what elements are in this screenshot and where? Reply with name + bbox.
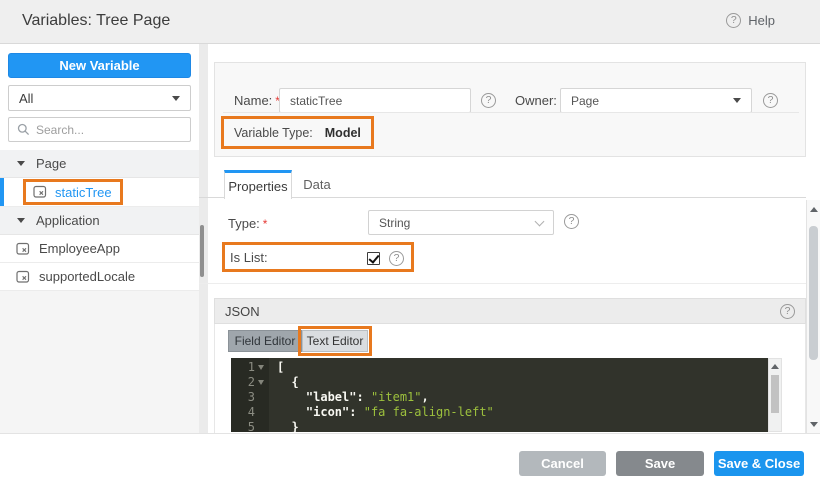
new-variable-button[interactable]: New Variable bbox=[8, 53, 191, 78]
owner-label: Owner:* bbox=[515, 93, 565, 108]
code-line: 3 "label": "item1", bbox=[247, 390, 429, 404]
json-code-editor[interactable]: 1 [ 2 { 3 "label": "item1", 4 "icon": "f… bbox=[231, 358, 768, 432]
scroll-up-icon[interactable] bbox=[810, 207, 818, 212]
tree-group-application[interactable]: Application bbox=[0, 207, 199, 235]
variable-type-value: Model bbox=[324, 125, 361, 140]
annotation-box-statictree: staticTree bbox=[23, 179, 123, 205]
sidebar-scrollbar-thumb[interactable] bbox=[200, 225, 204, 277]
tab-data[interactable]: Data bbox=[292, 170, 342, 198]
divider bbox=[199, 283, 806, 284]
type-label: Type: * bbox=[228, 216, 268, 231]
required-asterisk: * bbox=[262, 217, 268, 231]
variable-type-label: Variable Type: bbox=[234, 125, 313, 140]
scroll-down-icon[interactable] bbox=[810, 422, 818, 427]
json-section-header: JSON bbox=[214, 298, 806, 324]
filter-selected-value: All bbox=[19, 90, 34, 106]
code-line: 1 [ bbox=[247, 360, 285, 374]
variable-search[interactable] bbox=[8, 117, 191, 142]
tree-group-label: Application bbox=[36, 213, 100, 228]
divider bbox=[223, 112, 799, 113]
dialog-header: Variables: Tree Page Help bbox=[0, 0, 820, 44]
is-list-checkbox[interactable] bbox=[367, 252, 380, 265]
tree-item-label: supportedLocale bbox=[39, 269, 136, 284]
search-icon bbox=[17, 123, 30, 136]
variable-icon bbox=[33, 185, 47, 198]
sidebar-item-employeeapp[interactable]: EmployeeApp bbox=[0, 235, 199, 263]
tree-item-label: staticTree bbox=[55, 184, 112, 200]
caret-down-icon bbox=[172, 95, 180, 101]
annotation-box-text-editor bbox=[298, 326, 372, 356]
variables-dialog: Variables: Tree Page Help New Variable A… bbox=[0, 0, 820, 491]
editor-code-lines: 1 [ 2 { 3 "label": "item1", 4 "icon": "f… bbox=[231, 360, 768, 432]
scroll-up-icon[interactable] bbox=[771, 364, 779, 369]
caret-down-icon bbox=[733, 98, 741, 103]
sidebar-item-statictree[interactable]: staticTree bbox=[0, 178, 199, 207]
json-help-icon[interactable] bbox=[780, 303, 795, 319]
sidebar-scrollbar-track[interactable] bbox=[199, 44, 208, 433]
variable-filter-select[interactable]: All bbox=[8, 85, 191, 111]
editor-scrollbar-track[interactable] bbox=[768, 358, 782, 432]
variable-icon bbox=[16, 242, 30, 255]
variables-sidebar: New Variable All Page bbox=[0, 44, 199, 433]
selected-indicator bbox=[0, 178, 4, 206]
dialog-footer: Cancel Save Save & Close bbox=[0, 433, 820, 491]
save-and-close-button[interactable]: Save & Close bbox=[714, 451, 804, 476]
variable-icon bbox=[16, 270, 30, 283]
fold-caret-icon[interactable] bbox=[258, 380, 264, 385]
chevron-down-icon bbox=[534, 216, 545, 226]
is-list-help-icon[interactable] bbox=[389, 251, 404, 266]
caret-down-icon bbox=[17, 161, 25, 166]
caret-down-icon bbox=[17, 218, 25, 223]
sidebar-empty-area bbox=[0, 291, 199, 433]
help-label: Help bbox=[748, 13, 775, 28]
name-help-icon[interactable] bbox=[481, 93, 496, 108]
owner-help-icon[interactable] bbox=[763, 93, 778, 108]
type-help-icon[interactable] bbox=[564, 214, 579, 229]
code-line: 2 { bbox=[247, 375, 299, 389]
name-field[interactable] bbox=[279, 88, 471, 113]
save-button[interactable]: Save bbox=[616, 451, 704, 476]
type-selected-value: String bbox=[379, 215, 411, 230]
help-circle-icon bbox=[726, 13, 742, 28]
annotation-box-variable-type: Variable Type: Model bbox=[221, 116, 374, 149]
help-button[interactable]: Help bbox=[726, 13, 775, 28]
tab-properties[interactable]: Properties bbox=[224, 170, 292, 199]
owner-select[interactable]: Page bbox=[560, 88, 752, 113]
name-label: Name: * bbox=[234, 93, 280, 108]
detail-tabs: Properties Data bbox=[199, 170, 806, 199]
variable-detail-panel: Name:* Owner:* Page Variable Type: Model bbox=[199, 44, 820, 433]
json-section-title: JSON bbox=[225, 303, 260, 319]
sidebar-item-supportedlocale[interactable]: supportedLocale bbox=[0, 263, 199, 291]
page-title: Variables: Tree Page bbox=[22, 12, 171, 29]
content-scrollbar-thumb[interactable] bbox=[809, 226, 818, 360]
field-editor-tab[interactable]: Field Editor bbox=[228, 330, 302, 352]
cancel-button[interactable]: Cancel bbox=[519, 451, 606, 476]
is-list-label: Is List: bbox=[230, 250, 268, 265]
editor-scrollbar-thumb[interactable] bbox=[771, 375, 779, 413]
tree-group-label: Page bbox=[36, 156, 67, 171]
owner-selected-value: Page bbox=[571, 93, 600, 108]
tree-item-label: EmployeeApp bbox=[39, 241, 120, 256]
type-select[interactable]: String bbox=[368, 210, 554, 235]
tree-group-page[interactable]: Page bbox=[0, 150, 199, 178]
fold-caret-icon[interactable] bbox=[258, 365, 264, 370]
code-line: 4 "icon": "fa fa-align-left" bbox=[247, 405, 494, 419]
code-line: 5 } bbox=[247, 420, 299, 432]
variable-summary-panel: Name:* Owner:* Page Variable Type: Model bbox=[214, 62, 806, 157]
search-input[interactable] bbox=[36, 122, 176, 137]
content-scrollbar-track[interactable] bbox=[806, 200, 820, 433]
